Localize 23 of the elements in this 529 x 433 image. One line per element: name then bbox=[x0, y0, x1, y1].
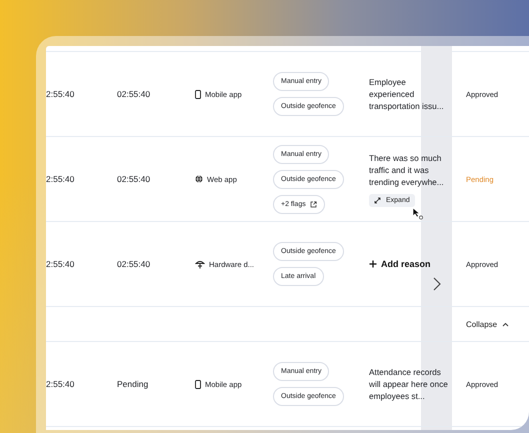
globe-icon bbox=[195, 175, 203, 183]
phone-icon bbox=[195, 90, 201, 98]
chevron-up-icon bbox=[502, 322, 510, 326]
reason-text: Employee experienced transportation issu... bbox=[369, 76, 445, 112]
add-reason-button[interactable]: Add reason bbox=[369, 258, 431, 268]
time-cell-text: 02:55:40 bbox=[117, 259, 152, 269]
plus-icon bbox=[369, 260, 377, 268]
kiosk-icon bbox=[195, 260, 205, 268]
time-cell-text: 02:55:40 bbox=[117, 174, 152, 184]
chevron-right-icon[interactable] bbox=[433, 277, 441, 291]
time-cell-text: 2:55:40 bbox=[46, 174, 76, 184]
cursor-icon bbox=[412, 207, 424, 220]
reason-text: There was so much traffic and it was trending everywhe... bbox=[369, 152, 445, 188]
expand-icon bbox=[374, 196, 381, 204]
time-cell-text: 2:55:40 bbox=[46, 259, 76, 269]
phone-icon bbox=[195, 380, 201, 388]
reason-text: Attendance records will appear here once employees st... bbox=[369, 366, 449, 402]
external-link-icon bbox=[310, 200, 317, 208]
time-cell-text: Pending bbox=[117, 379, 150, 389]
time-cell-text: 2:55:40 bbox=[46, 379, 76, 389]
collapse-button[interactable]: Collapse bbox=[466, 320, 510, 328]
time-cell-text: 2:55:40 bbox=[46, 89, 76, 99]
time-cell-text: 02:55:40 bbox=[117, 89, 152, 99]
